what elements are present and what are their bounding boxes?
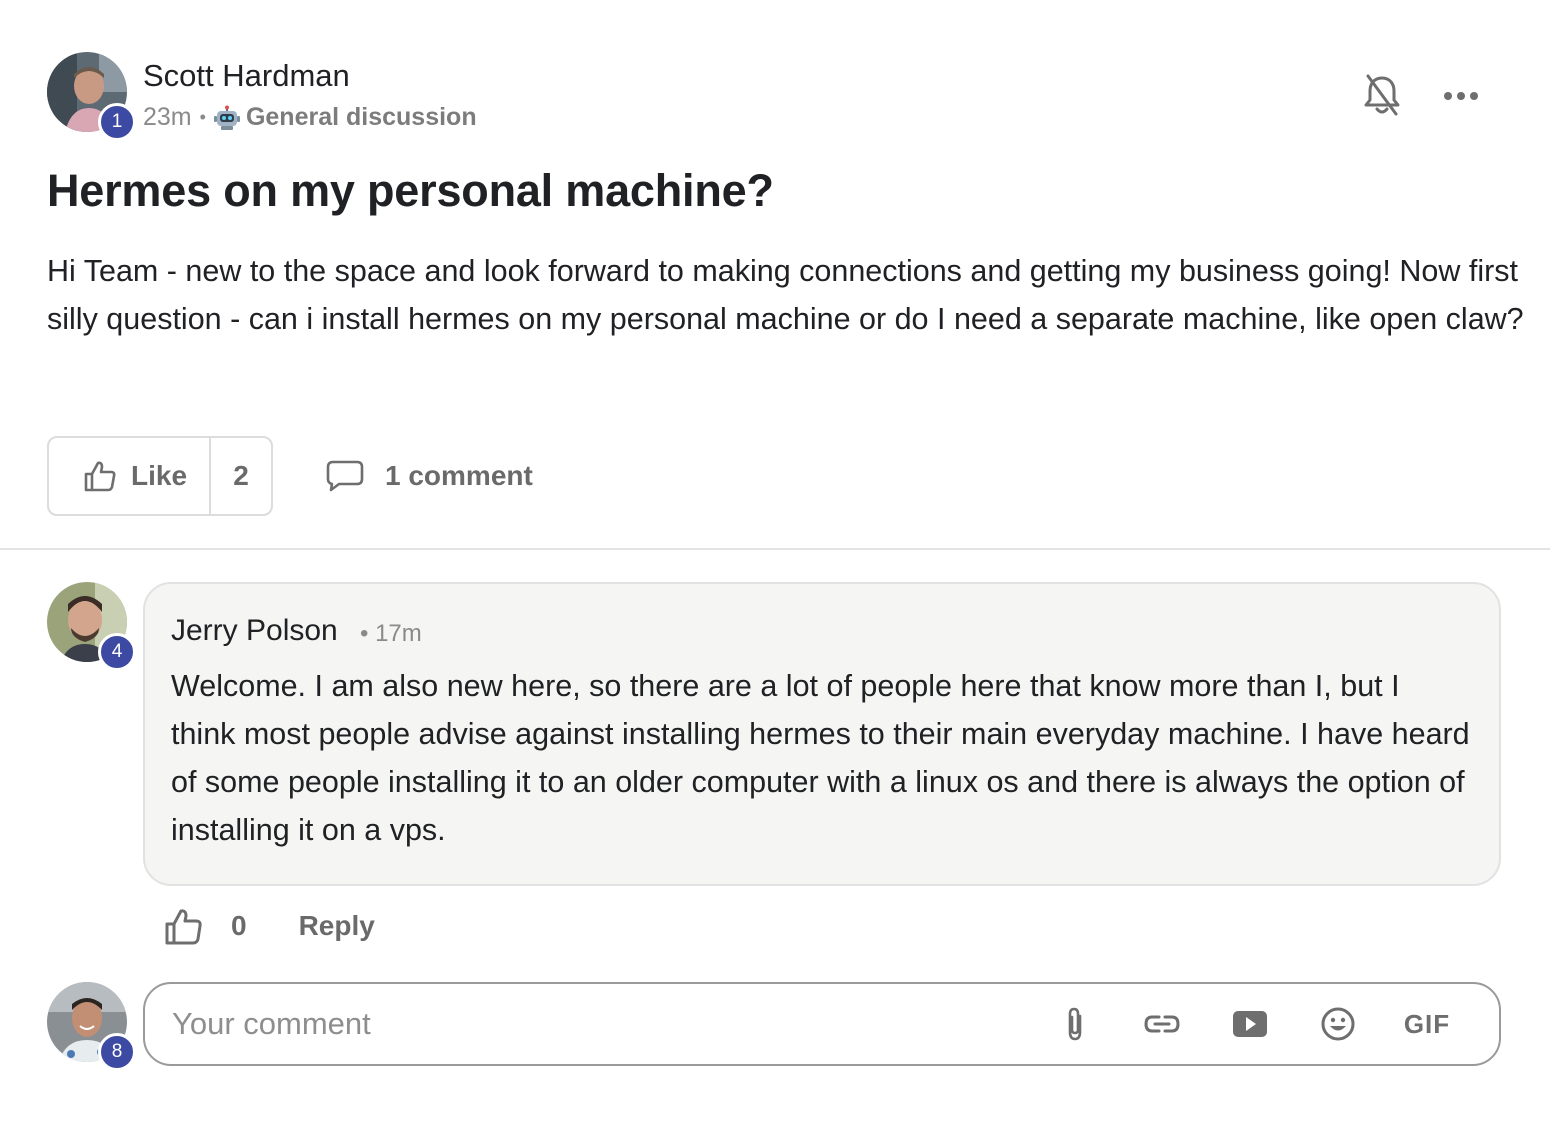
post-meta: 23m • General discussion <box>143 103 477 132</box>
reply-button[interactable]: Reply <box>299 910 375 942</box>
comment-input[interactable] <box>172 999 1032 1049</box>
more-options-button[interactable] <box>1440 82 1484 110</box>
emoji-button[interactable] <box>1317 1004 1359 1044</box>
comment-text: Welcome. I am also new here, so there ar… <box>171 669 1470 847</box>
commenter-avatar[interactable]: 4 <box>47 582 136 671</box>
comment-actions: 0 Reply <box>163 904 375 948</box>
comment-like-count: 0 <box>231 910 247 941</box>
comment-composer: GIF <box>143 982 1501 1066</box>
robot-icon <box>213 105 240 130</box>
post-page: 1 Scott Hardman 23m • General discussion <box>0 0 1550 1122</box>
comment-bubble: Jerry Polson • 17m Welcome. I am also ne… <box>143 582 1501 886</box>
paperclip-icon <box>1068 1007 1082 1041</box>
link-icon <box>1144 1015 1180 1033</box>
current-user-avatar[interactable]: 8 <box>47 982 136 1071</box>
meta-separator: • <box>199 107 206 127</box>
post-body: Hi Team - new to the space and look forw… <box>47 254 1524 336</box>
comment-like-button[interactable] <box>163 906 203 946</box>
section-divider <box>0 548 1550 550</box>
comment-time-value: 17m <box>375 620 422 647</box>
post-title: Hermes on my personal machine? <box>47 165 774 216</box>
like-group: Like 2 <box>47 436 273 516</box>
level-badge: 8 <box>98 1033 136 1071</box>
level-badge: 1 <box>98 103 136 141</box>
like-button[interactable]: Like <box>49 438 211 514</box>
post-time: 23m <box>143 103 192 131</box>
author-avatar[interactable]: 1 <box>47 52 136 141</box>
notifications-toggle-button[interactable] <box>1360 72 1404 118</box>
comment-count: 1 comment <box>385 460 533 491</box>
bell-off-icon <box>1364 74 1400 116</box>
category-link[interactable]: General discussion <box>246 103 477 132</box>
author-name[interactable]: Scott Hardman <box>143 58 350 94</box>
level-badge: 4 <box>98 633 136 671</box>
more-icon <box>1444 92 1478 100</box>
like-label: Like <box>131 460 188 491</box>
comment-author[interactable]: Jerry Polson <box>171 614 338 648</box>
comment-time: • 17m <box>360 620 422 647</box>
video-button[interactable] <box>1229 1004 1271 1044</box>
video-icon <box>1233 1011 1267 1037</box>
link-button[interactable] <box>1141 1004 1183 1044</box>
comment-icon <box>326 460 364 492</box>
thumbs-up-icon <box>84 461 116 492</box>
attach-button[interactable] <box>1055 1004 1095 1044</box>
gif-button[interactable]: GIF <box>1399 1004 1455 1044</box>
emoji-icon <box>1321 1007 1355 1041</box>
like-count[interactable]: 2 <box>211 438 271 514</box>
comments-button[interactable]: 1 comment <box>325 456 533 496</box>
